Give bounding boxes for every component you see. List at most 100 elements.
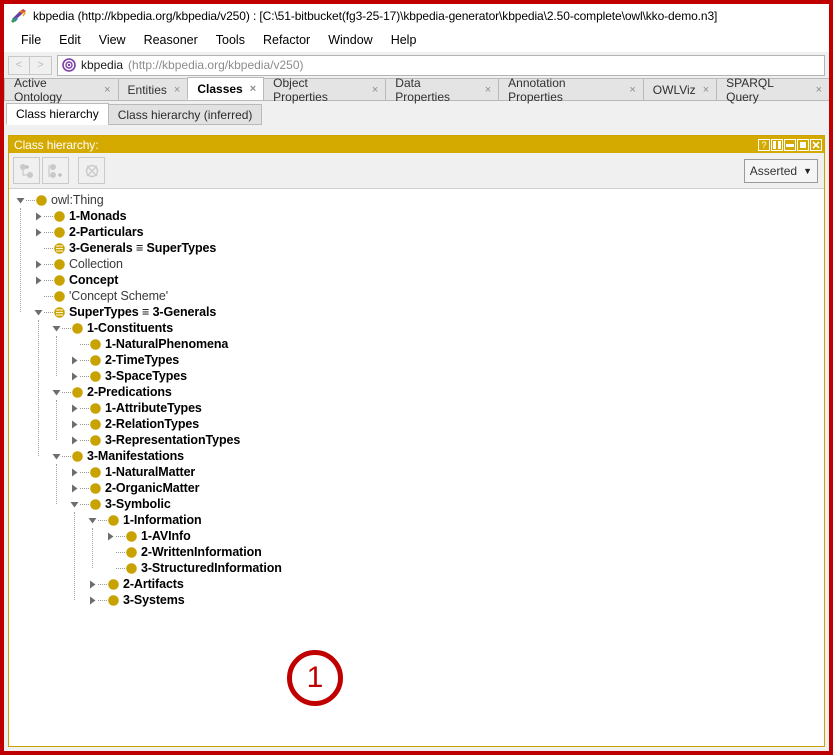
tree-guide-line (56, 400, 57, 440)
class-icon (71, 450, 84, 463)
nav-forward-button[interactable]: > (30, 55, 52, 75)
collapse-triangle-icon[interactable] (51, 320, 62, 336)
tree-row[interactable]: 2-Artifacts (9, 576, 824, 592)
close-icon[interactable]: × (485, 84, 491, 96)
class-icon (89, 338, 102, 351)
tree-row[interactable]: 2-WrittenInformation (9, 544, 824, 560)
collapse-triangle-icon[interactable] (33, 304, 44, 320)
close-icon[interactable]: × (250, 83, 256, 95)
close-icon[interactable]: × (174, 84, 180, 96)
tree-row[interactable]: 2-TimeTypes (9, 352, 824, 368)
help-icon[interactable]: ? (758, 138, 770, 151)
tab-data-properties[interactable]: Data Properties × (385, 76, 500, 104)
close-icon[interactable]: × (372, 84, 378, 96)
expand-triangle-icon[interactable] (69, 416, 80, 432)
maximize-icon[interactable] (797, 138, 809, 151)
delete-class-button[interactable] (78, 157, 105, 184)
class-hierarchy-tree[interactable]: owl:Thing 1-Monads 2-Particulars 3-Generals… (9, 189, 824, 746)
expand-triangle-icon[interactable] (105, 528, 116, 544)
tree-row[interactable]: 1-NaturalMatter (9, 464, 824, 480)
close-icon[interactable]: × (104, 84, 110, 96)
tree-row[interactable]: 1-Monads (9, 208, 824, 224)
tree-connector (80, 368, 89, 384)
class-icon (107, 594, 120, 607)
subtab-class-hierarchy[interactable]: Class hierarchy (6, 103, 109, 125)
expand-triangle-icon[interactable] (69, 464, 80, 480)
close-icon[interactable]: × (703, 84, 709, 96)
window-title: kbpedia (http://kbpedia.org/kbpedia/v250… (33, 8, 718, 23)
expand-triangle-icon[interactable] (69, 480, 80, 496)
close-icon[interactable]: × (629, 84, 635, 96)
class-icon (35, 194, 48, 207)
tab-entities[interactable]: Entities × (117, 78, 189, 100)
menu-refactor[interactable]: Refactor (254, 31, 319, 49)
expand-triangle-icon[interactable] (69, 352, 80, 368)
tab-classes[interactable]: Classes × (187, 77, 265, 100)
menu-tools[interactable]: Tools (207, 31, 254, 49)
tree-row[interactable]: owl:Thing (9, 192, 824, 208)
tree-row[interactable]: 3-SpaceTypes (9, 368, 824, 384)
tree-row[interactable]: Concept (9, 272, 824, 288)
tree-row[interactable]: 1-Information (9, 512, 824, 528)
close-icon[interactable]: × (816, 84, 822, 96)
tab-annotation-properties[interactable]: Annotation Properties × (498, 76, 644, 104)
expand-triangle-icon[interactable] (33, 224, 44, 240)
tree-row[interactable]: 3-Manifestations (9, 448, 824, 464)
tree-row-label: 2-Artifacts (123, 577, 184, 591)
tree-row[interactable]: Collection (9, 256, 824, 272)
annotation-marker: 1 (287, 650, 343, 706)
expand-triangle-icon[interactable] (69, 400, 80, 416)
add-subclass-button[interactable] (13, 157, 40, 184)
nav-back-button[interactable]: < (8, 55, 30, 75)
tab-owlviz[interactable]: OWLViz × (642, 78, 718, 100)
tree-row[interactable]: 3-Generals ≡ SuperTypes (9, 240, 824, 256)
tree-row[interactable]: 1-AttributeTypes (9, 400, 824, 416)
tree-row[interactable]: 2-Particulars (9, 224, 824, 240)
expand-triangle-icon[interactable] (87, 576, 98, 592)
tree-row[interactable]: 3-Systems (9, 592, 824, 608)
split-pane-icon[interactable] (771, 138, 783, 151)
tree-row[interactable]: 2-RelationTypes (9, 416, 824, 432)
collapse-triangle-icon[interactable] (87, 512, 98, 528)
tab-object-properties[interactable]: Object Properties × (263, 76, 387, 104)
menu-window[interactable]: Window (319, 31, 381, 49)
expand-triangle-icon[interactable] (33, 256, 44, 272)
tree-row[interactable]: 1-AVInfo (9, 528, 824, 544)
menu-reasoner[interactable]: Reasoner (135, 31, 207, 49)
add-sibling-class-button[interactable] (42, 157, 69, 184)
menu-edit[interactable]: Edit (50, 31, 90, 49)
tree-connector (44, 288, 53, 304)
hierarchy-mode-select[interactable]: Asserted ▼ (743, 158, 818, 183)
expand-triangle-icon[interactable] (69, 368, 80, 384)
tree-row[interactable]: 3-RepresentationTypes (9, 432, 824, 448)
ontology-iri-field[interactable]: kbpedia (http://kbpedia.org/kbpedia/v250… (57, 54, 825, 76)
tree-row[interactable]: 3-Symbolic (9, 496, 824, 512)
tree-row[interactable]: SuperTypes ≡ 3-Generals (9, 304, 824, 320)
menu-view[interactable]: View (90, 31, 135, 49)
panel-title: Class hierarchy: (14, 137, 99, 152)
collapse-triangle-icon[interactable] (51, 384, 62, 400)
collapse-triangle-icon[interactable] (69, 496, 80, 512)
collapse-triangle-icon[interactable] (15, 192, 26, 208)
tree-row[interactable]: 3-StructuredInformation (9, 560, 824, 576)
tree-row-label: 1-AVInfo (141, 529, 191, 543)
tree-row[interactable]: 2-OrganicMatter (9, 480, 824, 496)
tree-row[interactable]: 1-Constituents (9, 320, 824, 336)
expand-triangle-icon[interactable] (33, 272, 44, 288)
minimize-icon[interactable] (784, 138, 796, 151)
subtab-class-hierarchy-inferred[interactable]: Class hierarchy (inferred) (107, 104, 263, 125)
tree-row[interactable]: 2-Predications (9, 384, 824, 400)
expand-triangle-icon[interactable] (33, 208, 44, 224)
expand-triangle-icon[interactable] (69, 432, 80, 448)
close-icon[interactable] (810, 138, 822, 151)
tab-active-ontology[interactable]: Active Ontology × (4, 76, 119, 104)
expand-triangle-icon[interactable] (87, 592, 98, 608)
collapse-triangle-icon[interactable] (51, 448, 62, 464)
tree-row[interactable]: 'Concept Scheme' (9, 288, 824, 304)
tree-row[interactable]: 1-NaturalPhenomena (9, 336, 824, 352)
menu-help[interactable]: Help (382, 31, 426, 49)
class-icon (71, 322, 84, 335)
menu-file[interactable]: File (12, 31, 50, 49)
tab-sparql-query[interactable]: SPARQL Query × (716, 76, 829, 104)
tree-row-label: 2-Predications (87, 385, 172, 399)
